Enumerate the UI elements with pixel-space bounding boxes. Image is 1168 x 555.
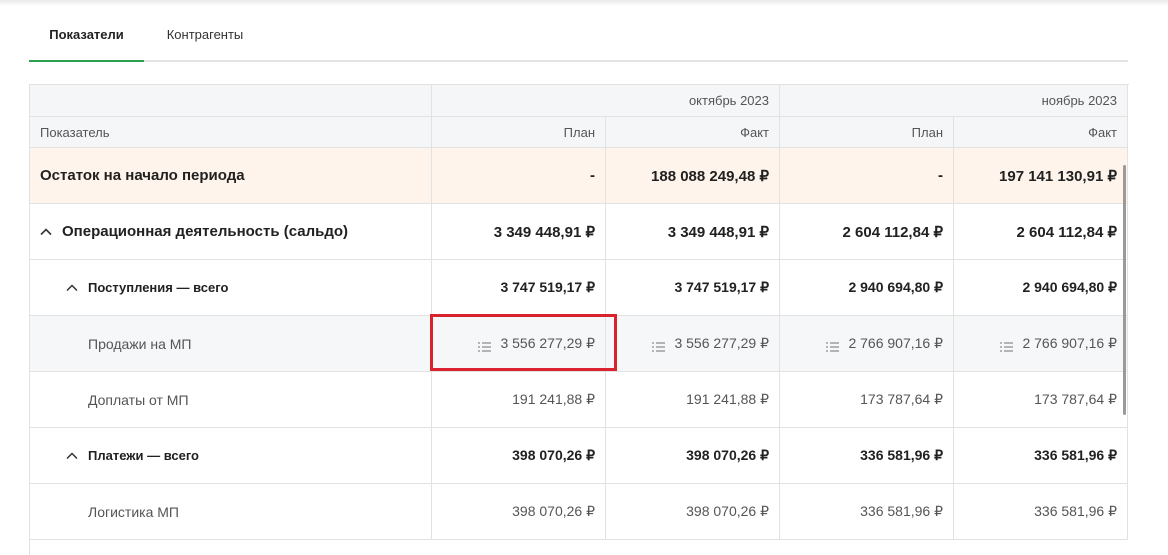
cell-value: 336 581,96 ₽ [954,428,1128,484]
cell-value: 336 581,96 ₽ [780,484,954,540]
tab-indicators[interactable]: Показатели [29,14,144,62]
cell-value-detailed[interactable]: 3 556 277,29 ₽ [432,316,606,372]
cell-value: 2 604 112,84 ₽ [954,204,1128,260]
column-header-fact[interactable]: Факт [954,117,1128,148]
cell-value: 3 349 448,91 ₽ [606,204,780,260]
cell-value: 3 747 519,17 ₽ [432,260,606,316]
chevron-up-icon[interactable] [66,450,78,462]
vertical-scrollbar[interactable] [1123,165,1126,415]
cell-value: 2 940 694,80 ₽ [954,260,1128,316]
cell-value: 197 141 130,91 ₽ [954,148,1128,204]
chevron-up-icon[interactable] [66,282,78,294]
cell-value: 173 787,64 ₽ [954,372,1128,428]
cell-value: 336 581,96 ₽ [780,428,954,484]
cashflow-table: октябрь 2023 ноябрь 2023 Показатель План… [29,84,1129,555]
row-operating-activity[interactable]: Операционная деятельность (сальдо) [30,204,432,260]
month-header-november: ноябрь 2023 [780,85,1128,117]
cell-value: 398 070,26 ₽ [432,484,606,540]
cell-value-text: 2 766 907,16 ₽ [1022,335,1117,351]
cell-value: - [432,148,606,204]
chevron-up-icon[interactable] [40,226,52,238]
cell-value: 2 604 112,84 ₽ [780,204,954,260]
row-label-marketplace-sales: Продажи на МП [30,316,432,372]
list-icon[interactable] [652,339,666,352]
row-receipts-total[interactable]: Поступления — всего [30,260,432,316]
row-label: Платежи — всего [88,448,200,463]
row-label: Операционная деятельность (сальдо) [62,223,349,240]
cell-value: 2 940 694,80 ₽ [780,260,954,316]
month-header-october: октябрь 2023 [432,85,780,117]
column-header-indicator[interactable]: Показатель [30,117,432,148]
cell-value: 398 070,26 ₽ [432,428,606,484]
cell-value: 3 747 519,17 ₽ [606,260,780,316]
cell-value: 336 581,96 ₽ [954,484,1128,540]
row-payments-total[interactable]: Платежи — всего [30,428,432,484]
top-shadow [0,0,1168,6]
row-label-opening-balance: Остаток на начало периода [30,148,432,204]
cell-value: 398 070,26 ₽ [606,484,780,540]
cell-value-text: 2 766 907,16 ₽ [848,335,943,351]
row-label-marketplace-surcharges: Доплаты от МП [30,372,432,428]
column-header-plan[interactable]: План [780,117,954,148]
cell-value-detailed[interactable]: 3 556 277,29 ₽ [606,316,780,372]
cell-value: 173 787,64 ₽ [780,372,954,428]
cell-value: 191 241,88 ₽ [606,372,780,428]
header-corner [30,85,432,117]
cell-value-text: 3 556 277,29 ₽ [500,335,595,351]
cell-value: 191 241,88 ₽ [432,372,606,428]
list-icon[interactable] [478,339,492,352]
column-header-plan[interactable]: План [432,117,606,148]
list-icon[interactable] [826,339,840,352]
cell-value-detailed[interactable]: 2 766 907,16 ₽ [780,316,954,372]
column-header-fact[interactable]: Факт [606,117,780,148]
cell-value: - [780,148,954,204]
tab-counterparties[interactable]: Контрагенты [144,14,266,60]
cell-value: 398 070,26 ₽ [606,428,780,484]
cell-value-detailed[interactable]: 2 766 907,16 ₽ [954,316,1128,372]
row-label-marketplace-logistics: Логистика МП [30,484,432,540]
cell-value: 188 088 249,48 ₽ [606,148,780,204]
row-label: Поступления — всего [88,280,229,295]
cell-value-text: 3 556 277,29 ₽ [674,335,769,351]
cell-value: 3 349 448,91 ₽ [432,204,606,260]
tab-bar: Показатели Контрагенты [29,14,1128,62]
list-icon[interactable] [1000,339,1014,352]
